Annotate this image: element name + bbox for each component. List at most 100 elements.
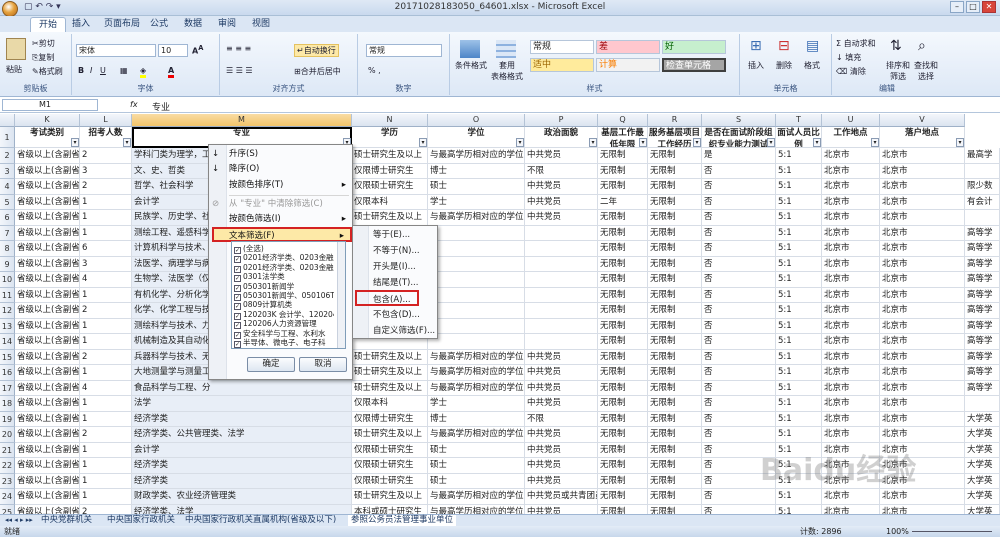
- table-cell[interactable]: 北京市: [822, 256, 880, 272]
- table-cell[interactable]: 中共党员: [525, 148, 598, 164]
- table-cell[interactable]: 5:1: [776, 303, 822, 319]
- table-cell[interactable]: 仅限本科: [352, 194, 428, 210]
- table-cell[interactable]: [525, 287, 598, 303]
- table-cell[interactable]: 硕士研究生及以上: [352, 210, 428, 226]
- filter-dropdown-icon[interactable]: ▾: [693, 138, 701, 147]
- table-cell[interactable]: [525, 272, 598, 288]
- table-cell[interactable]: 与最高学历相对应的学位: [428, 148, 525, 164]
- table-cell[interactable]: [965, 163, 1000, 179]
- table-cell[interactable]: 无限制: [598, 210, 648, 226]
- table-cell[interactable]: [428, 241, 525, 257]
- table-cell[interactable]: 北京市: [822, 365, 880, 381]
- row-header[interactable]: 13: [0, 318, 15, 334]
- column-header-V[interactable]: V: [880, 114, 965, 127]
- table-cell[interactable]: 经济学类、公共管理类、法学: [132, 427, 352, 443]
- table-cell[interactable]: 5:1: [776, 148, 822, 164]
- table-cell[interactable]: 无限制: [598, 442, 648, 458]
- table-cell[interactable]: 否: [702, 396, 776, 412]
- table-cell[interactable]: 北京市: [880, 225, 965, 241]
- table-cell[interactable]: 无限制: [648, 349, 702, 365]
- font-size-combo[interactable]: 10: [158, 44, 188, 57]
- row-header[interactable]: 1: [0, 127, 15, 148]
- sort-ascending-item[interactable]: ↓ 升序(S): [209, 147, 352, 162]
- table-cell[interactable]: 5:1: [776, 241, 822, 257]
- table-cell[interactable]: 北京市: [880, 365, 965, 381]
- minimize-button[interactable]: –: [950, 1, 964, 13]
- table-cell[interactable]: 与最高学历相对应的学位: [428, 365, 525, 381]
- table-cell[interactable]: 1: [80, 287, 132, 303]
- table-cell[interactable]: 中共党员: [525, 349, 598, 365]
- autosum-button[interactable]: Σ 自动求和: [836, 38, 876, 49]
- table-cell[interactable]: 2: [80, 427, 132, 443]
- insert-cells-button[interactable]: 插入: [748, 60, 764, 71]
- table-cell[interactable]: 省级以上(含副省级): [15, 256, 80, 272]
- table-cell[interactable]: 省级以上(含副省级): [15, 148, 80, 164]
- table-cell[interactable]: 省级以上(含副省级): [15, 365, 80, 381]
- table-cell[interactable]: 高等学: [965, 272, 1000, 288]
- table-cell[interactable]: 3: [80, 163, 132, 179]
- filter-dropdown-icon[interactable]: ▾: [813, 138, 821, 147]
- style-normal[interactable]: 常规: [530, 40, 594, 54]
- table-cell[interactable]: 北京市: [822, 411, 880, 427]
- row-header[interactable]: 21: [0, 442, 15, 458]
- table-cell[interactable]: 北京市: [880, 148, 965, 164]
- row-header[interactable]: 2: [0, 148, 15, 164]
- border-icon[interactable]: ▦: [120, 66, 128, 75]
- row-header[interactable]: 9: [0, 256, 15, 272]
- table-cell[interactable]: 与最高学历相对应的学位: [428, 210, 525, 226]
- row-header[interactable]: 12: [0, 303, 15, 319]
- fx-icon[interactable]: fx: [130, 100, 138, 109]
- filter-dropdown-icon[interactable]: ▾: [871, 138, 879, 147]
- table-cell[interactable]: 无限制: [598, 163, 648, 179]
- table-cell[interactable]: 北京市: [880, 427, 965, 443]
- table-cell[interactable]: 无限制: [648, 458, 702, 474]
- table-cell[interactable]: 北京市: [822, 396, 880, 412]
- table-cell[interactable]: 北京市: [822, 349, 880, 365]
- copy-button[interactable]: ⎘复制: [32, 52, 54, 63]
- not-equals-item[interactable]: 不等于(N)...: [353, 243, 437, 259]
- table-cell[interactable]: 北京市: [880, 210, 965, 226]
- table-cell[interactable]: 经济学类: [132, 473, 352, 489]
- table-cell[interactable]: 大学英: [965, 442, 1000, 458]
- table-cell[interactable]: 大学英: [965, 489, 1000, 505]
- table-cell[interactable]: 北京市: [880, 163, 965, 179]
- table-cell[interactable]: 1: [80, 194, 132, 210]
- table-cell[interactable]: 5:1: [776, 489, 822, 505]
- table-cell[interactable]: [428, 225, 525, 241]
- table-cell[interactable]: 仅限本科: [352, 396, 428, 412]
- table-cell[interactable]: 仅限硕士研究生: [352, 179, 428, 195]
- table-cell[interactable]: 中共党员: [525, 380, 598, 396]
- table-cell[interactable]: 5:1: [776, 427, 822, 443]
- style-calculation[interactable]: 计算: [596, 58, 660, 72]
- table-cell[interactable]: 无限制: [598, 458, 648, 474]
- table-cell[interactable]: 无限制: [648, 473, 702, 489]
- table-cell[interactable]: [965, 210, 1000, 226]
- table-cell[interactable]: 1: [80, 365, 132, 381]
- table-cell[interactable]: 否: [702, 349, 776, 365]
- table-cell[interactable]: 无限制: [648, 427, 702, 443]
- table-cell[interactable]: 无限制: [648, 365, 702, 381]
- align-top-icon[interactable]: ≡ ≡ ≡: [226, 44, 251, 53]
- maximize-button[interactable]: □: [966, 1, 980, 13]
- table-cell[interactable]: 高等学: [965, 256, 1000, 272]
- table-cell[interactable]: 中共党员: [525, 458, 598, 474]
- column-header-T[interactable]: T: [776, 114, 822, 127]
- table-cell[interactable]: 无限制: [648, 194, 702, 210]
- table-cell[interactable]: 无限制: [598, 148, 648, 164]
- table-cell[interactable]: 无限制: [648, 411, 702, 427]
- column-header-Q[interactable]: Q: [598, 114, 648, 127]
- style-check-cell[interactable]: 检查单元格: [662, 58, 726, 72]
- table-cell[interactable]: 北京市: [822, 241, 880, 257]
- table-cell[interactable]: 无限制: [648, 256, 702, 272]
- table-cell[interactable]: 无限制: [598, 272, 648, 288]
- filter-dropdown-icon[interactable]: ▾: [516, 138, 524, 147]
- table-cell[interactable]: 无限制: [648, 210, 702, 226]
- custom-filter-item[interactable]: 自定义筛选(F)...: [353, 323, 437, 339]
- percent-style-icon[interactable]: % ,: [368, 66, 381, 75]
- header-cell[interactable]: 落户地点: [880, 127, 965, 148]
- table-cell[interactable]: 高等学: [965, 287, 1000, 303]
- style-neutral[interactable]: 适中: [530, 58, 594, 72]
- table-cell[interactable]: 北京市: [822, 179, 880, 195]
- table-cell[interactable]: 大学英: [965, 473, 1000, 489]
- table-cell[interactable]: 学士: [428, 396, 525, 412]
